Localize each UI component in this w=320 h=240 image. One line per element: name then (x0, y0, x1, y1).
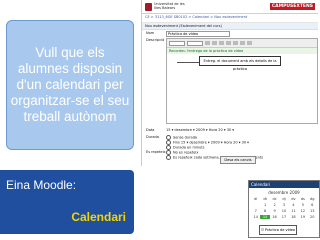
calendar-day[interactable]: 5 (298, 203, 307, 207)
list-icon[interactable] (240, 41, 245, 45)
calendar-day[interactable]: 12 (298, 209, 307, 213)
name-row: Nom Pràctica de vídeo (142, 30, 318, 37)
weekday-label: dj (282, 197, 286, 201)
calendar-month[interactable]: desembre 2009 (249, 190, 319, 195)
calendar-day[interactable]: 7 (251, 209, 260, 213)
callout-note: Entreg. el document amb els detalls de l… (199, 56, 281, 71)
save-button[interactable]: Desa els canvis (220, 156, 256, 164)
repeat-label: Es repeteix (146, 150, 166, 154)
calendar-day[interactable]: 18 (289, 215, 298, 219)
radio-icon[interactable] (166, 155, 171, 160)
tool-name: Calendari (71, 210, 126, 224)
align-center-icon[interactable] (233, 41, 238, 45)
calendar-day[interactable]: 20 (308, 215, 317, 219)
calendar-day[interactable]: 16 (270, 215, 279, 219)
logo-line-2: Illes Balears (154, 5, 176, 10)
caption-text: Vull que els alumnes disposin d'un calen… (10, 45, 130, 124)
campus-badge: CAMPUSEXTENS (269, 3, 315, 10)
description-editor[interactable]: Recordeu l'entrega de la pràctica de víd… (166, 38, 318, 124)
font-select[interactable] (169, 40, 185, 46)
calendar-day (251, 203, 260, 207)
duration-label: Durada (146, 135, 159, 139)
weekday-label: dt (263, 197, 267, 201)
tooltip-text: Pràctica de vídeo (264, 228, 296, 232)
editor-toolbar (167, 39, 317, 48)
weekday-label: ds (300, 197, 305, 201)
calendar-day[interactable]: 17 (279, 215, 288, 219)
calendar-day[interactable]: 4 (289, 203, 298, 207)
size-select[interactable] (187, 40, 203, 46)
calendar-day[interactable]: 8 (260, 209, 269, 213)
calendar-grid: dl dt dc dj dv ds dg 1 2 3 4 5 6 7 8 9 10 11 12 13 14 15 16 17 1… (251, 197, 317, 219)
calendar-day[interactable]: 3 (279, 203, 288, 207)
caption-box: Vull que els alumnes disposin d'un calen… (6, 20, 134, 150)
tool-label: Eina Moodle: (6, 178, 77, 192)
align-left-icon[interactable] (226, 41, 231, 45)
italic-icon[interactable] (212, 41, 217, 45)
weekday-label: dv (291, 197, 296, 201)
date-select[interactable]: 15 ▾ desembre ▾ 2009 ▾ Hora 20 ▾ 30 ▾ (166, 128, 234, 132)
breadcrumb[interactable]: CE > 3113_6GE SB0102 > Calendari > Nou e… (142, 14, 318, 23)
calendar-day[interactable]: 1 (260, 203, 269, 207)
form-title: Nou esdeveniment (Esdeveniment del curs) (142, 23, 318, 30)
uib-logo: Universitat de les Illes Balears (145, 2, 185, 11)
editor-text: Recordeu l'entrega de la pràctica de víd… (167, 48, 317, 54)
moodle-screenshot: Universitat de les Illes Balears CAMPUSE… (141, 0, 318, 166)
calendar-day[interactable]: 6 (308, 203, 317, 207)
tool-panel: Eina Moodle: Calendari (0, 170, 134, 234)
event-icon (260, 228, 264, 231)
weekday-label: dl (254, 197, 258, 201)
calendar-header: Calendari (249, 181, 319, 188)
calendar-day[interactable]: 13 (308, 209, 317, 213)
calendar-day[interactable]: 10 (279, 209, 288, 213)
site-header: Universitat de les Illes Balears CAMPUSE… (142, 0, 318, 14)
name-label: Nom (146, 31, 155, 35)
university-seal-icon (145, 2, 152, 11)
calendar-day[interactable]: 9 (270, 209, 279, 213)
bold-icon[interactable] (205, 41, 210, 45)
calendar-day[interactable]: 14 (251, 215, 260, 219)
calendar-day[interactable]: 2 (270, 203, 279, 207)
description-label: Descripció (146, 38, 165, 42)
weekday-label: dc (272, 197, 277, 201)
event-tooltip: Pràctica de vídeo (259, 225, 297, 235)
date-label: Data (146, 128, 155, 132)
weekday-label: dg (310, 197, 315, 201)
link-icon[interactable] (247, 41, 252, 45)
callout-arrow (177, 62, 199, 63)
calendar-day[interactable]: 15 (260, 215, 270, 219)
underline-icon[interactable] (219, 41, 224, 45)
calendar-day[interactable]: 11 (289, 209, 298, 213)
calendar-day[interactable]: 19 (298, 215, 307, 219)
